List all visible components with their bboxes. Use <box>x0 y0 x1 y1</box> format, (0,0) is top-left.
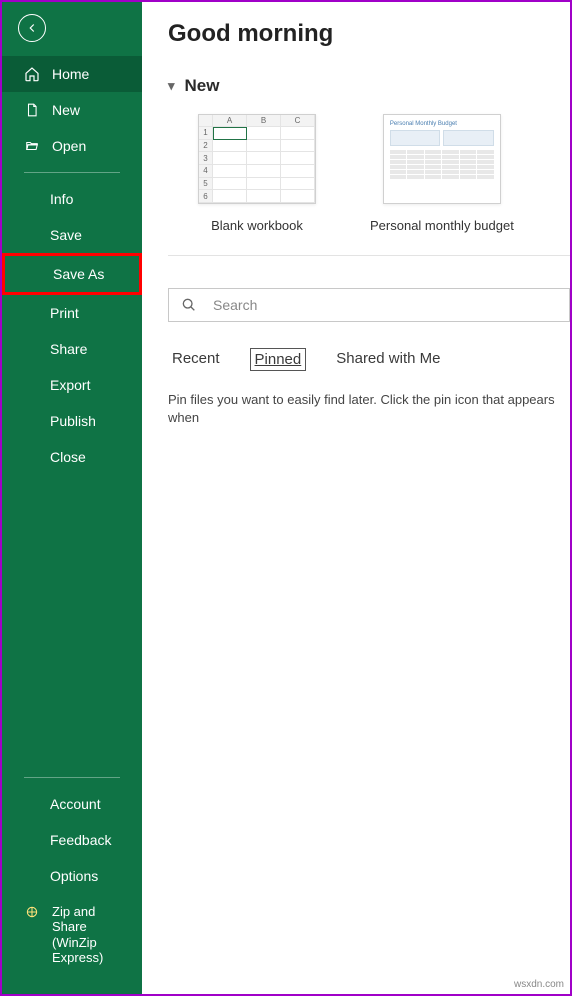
template-caption: Blank workbook <box>211 218 303 233</box>
template-thumbnail: Personal Monthly Budget <box>383 114 501 204</box>
template-list: ABC 1 2 3 4 5 6 Blank workbook Personal … <box>198 114 570 233</box>
sidebar-item-label: Open <box>52 138 86 154</box>
sidebar-item-export[interactable]: Export <box>2 367 142 403</box>
sidebar-item-label: Zip and Share (WinZip Express) <box>52 904 128 966</box>
template-caption: Personal monthly budget <box>370 218 514 233</box>
sidebar-item-new[interactable]: New <box>2 92 142 128</box>
main-content: Good morning ▾ New ABC 1 2 3 4 5 6 <box>142 2 570 994</box>
page-title: Good morning <box>168 20 570 48</box>
search-icon <box>181 297 197 313</box>
sidebar-item-print[interactable]: Print <box>2 295 142 331</box>
sidebar-item-open[interactable]: Open <box>2 128 142 164</box>
sidebar-divider <box>24 172 120 173</box>
template-blank-workbook[interactable]: ABC 1 2 3 4 5 6 Blank workbook <box>198 114 316 233</box>
divider <box>168 255 570 256</box>
sidebar-item-home[interactable]: Home <box>2 56 142 92</box>
sidebar: Home New Open Info Save Save As Print Sh… <box>2 2 142 994</box>
tab-recent[interactable]: Recent <box>168 348 224 371</box>
file-icon <box>24 102 40 118</box>
home-icon <box>24 66 40 82</box>
search-input[interactable] <box>213 297 557 313</box>
folder-open-icon <box>24 138 40 154</box>
section-new-header[interactable]: ▾ New <box>168 76 570 96</box>
sidebar-item-zip-share[interactable]: Zip and Share (WinZip Express) <box>2 894 142 976</box>
sidebar-item-close[interactable]: Close <box>2 439 142 475</box>
tab-pinned[interactable]: Pinned <box>250 348 307 371</box>
tab-shared[interactable]: Shared with Me <box>332 348 444 371</box>
back-button[interactable] <box>18 14 46 42</box>
watermark: wsxdn.com <box>514 979 564 990</box>
sidebar-divider <box>24 777 120 778</box>
section-new-label: New <box>185 76 220 96</box>
sidebar-item-save-as[interactable]: Save As <box>2 253 142 295</box>
back-arrow-icon <box>25 21 39 35</box>
template-thumbnail: ABC 1 2 3 4 5 6 <box>198 114 316 204</box>
template-personal-budget[interactable]: Personal Monthly Budget Personal monthly… <box>370 114 514 233</box>
sidebar-item-options[interactable]: Options <box>2 858 142 894</box>
sidebar-item-label: New <box>52 102 80 118</box>
sidebar-item-publish[interactable]: Publish <box>2 403 142 439</box>
zip-icon <box>24 904 40 920</box>
file-tabs: Recent Pinned Shared with Me <box>168 348 570 371</box>
sidebar-item-info[interactable]: Info <box>2 181 142 217</box>
sidebar-item-share[interactable]: Share <box>2 331 142 367</box>
sidebar-item-save[interactable]: Save <box>2 217 142 253</box>
chevron-down-icon: ▾ <box>168 78 175 94</box>
sidebar-item-feedback[interactable]: Feedback <box>2 822 142 858</box>
search-box[interactable] <box>168 288 570 322</box>
pinned-empty-message: Pin files you want to easily find later.… <box>168 391 570 427</box>
sidebar-item-label: Home <box>52 66 89 82</box>
sidebar-item-account[interactable]: Account <box>2 786 142 822</box>
